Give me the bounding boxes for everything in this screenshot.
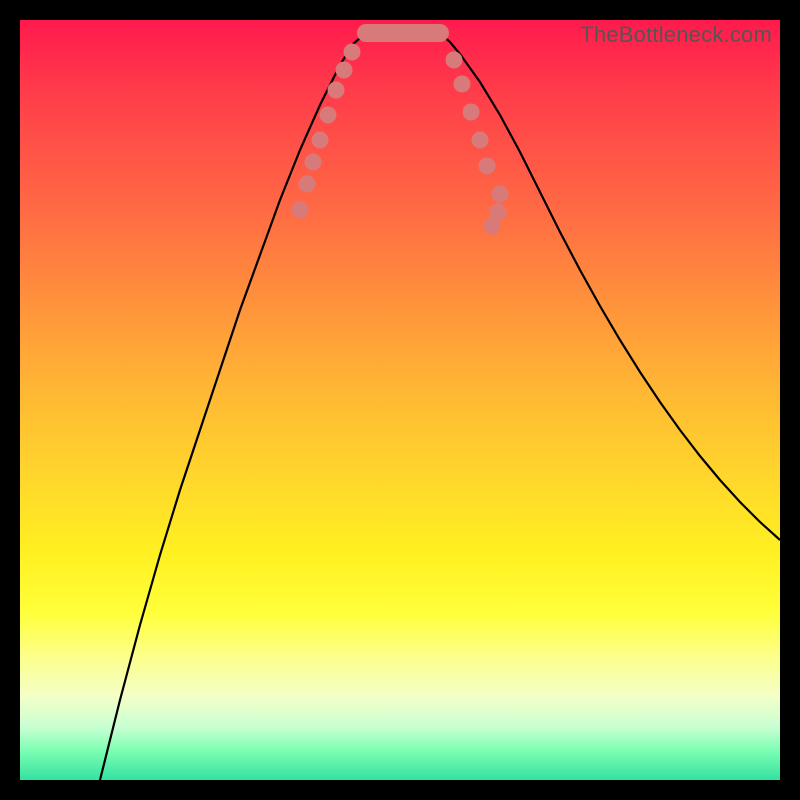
data-point (446, 52, 463, 69)
plot-area: TheBottleneck.com (20, 20, 780, 780)
data-point (479, 158, 496, 175)
data-point (320, 107, 337, 124)
data-point (299, 176, 316, 193)
data-point (344, 44, 361, 61)
data-point (312, 132, 329, 149)
valley-pill (357, 24, 449, 42)
data-point (328, 82, 345, 99)
data-point (292, 202, 309, 219)
data-point (490, 204, 507, 221)
chart-frame: TheBottleneck.com (0, 0, 800, 800)
data-point (492, 186, 509, 203)
curve-layer (20, 20, 780, 780)
data-point (463, 104, 480, 121)
data-point (472, 132, 489, 149)
dots-left (292, 44, 361, 219)
data-point (305, 154, 322, 171)
data-point (454, 76, 471, 93)
data-point (336, 62, 353, 79)
curve-right (440, 33, 780, 540)
